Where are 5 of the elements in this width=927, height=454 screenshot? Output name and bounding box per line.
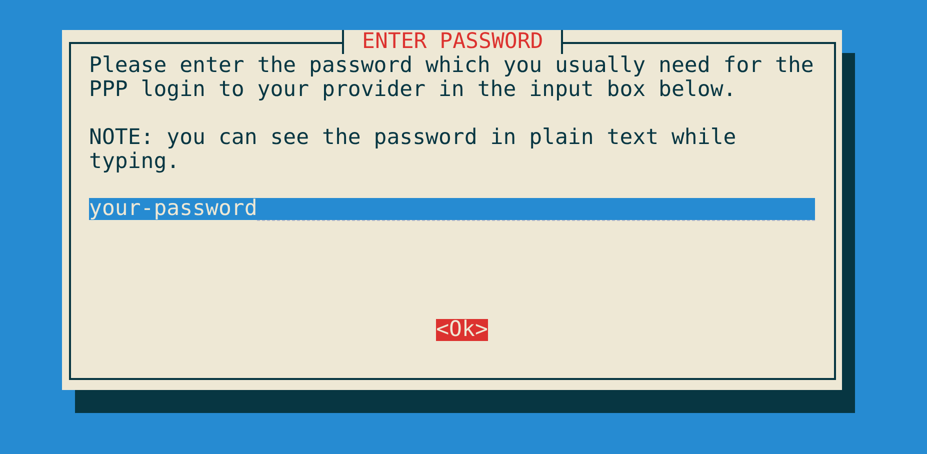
- dialog-title: ENTER PASSWORD: [361, 30, 544, 54]
- ok-button[interactable]: <Ok>: [436, 319, 488, 341]
- message-text: NOTE: you can see the password in plain text while typing.: [89, 126, 738, 174]
- message-text: Please enter the password which you usually need for the PPP login to your provider in the input box below.: [89, 54, 814, 102]
- password-field[interactable]: your-password: [89, 198, 815, 220]
